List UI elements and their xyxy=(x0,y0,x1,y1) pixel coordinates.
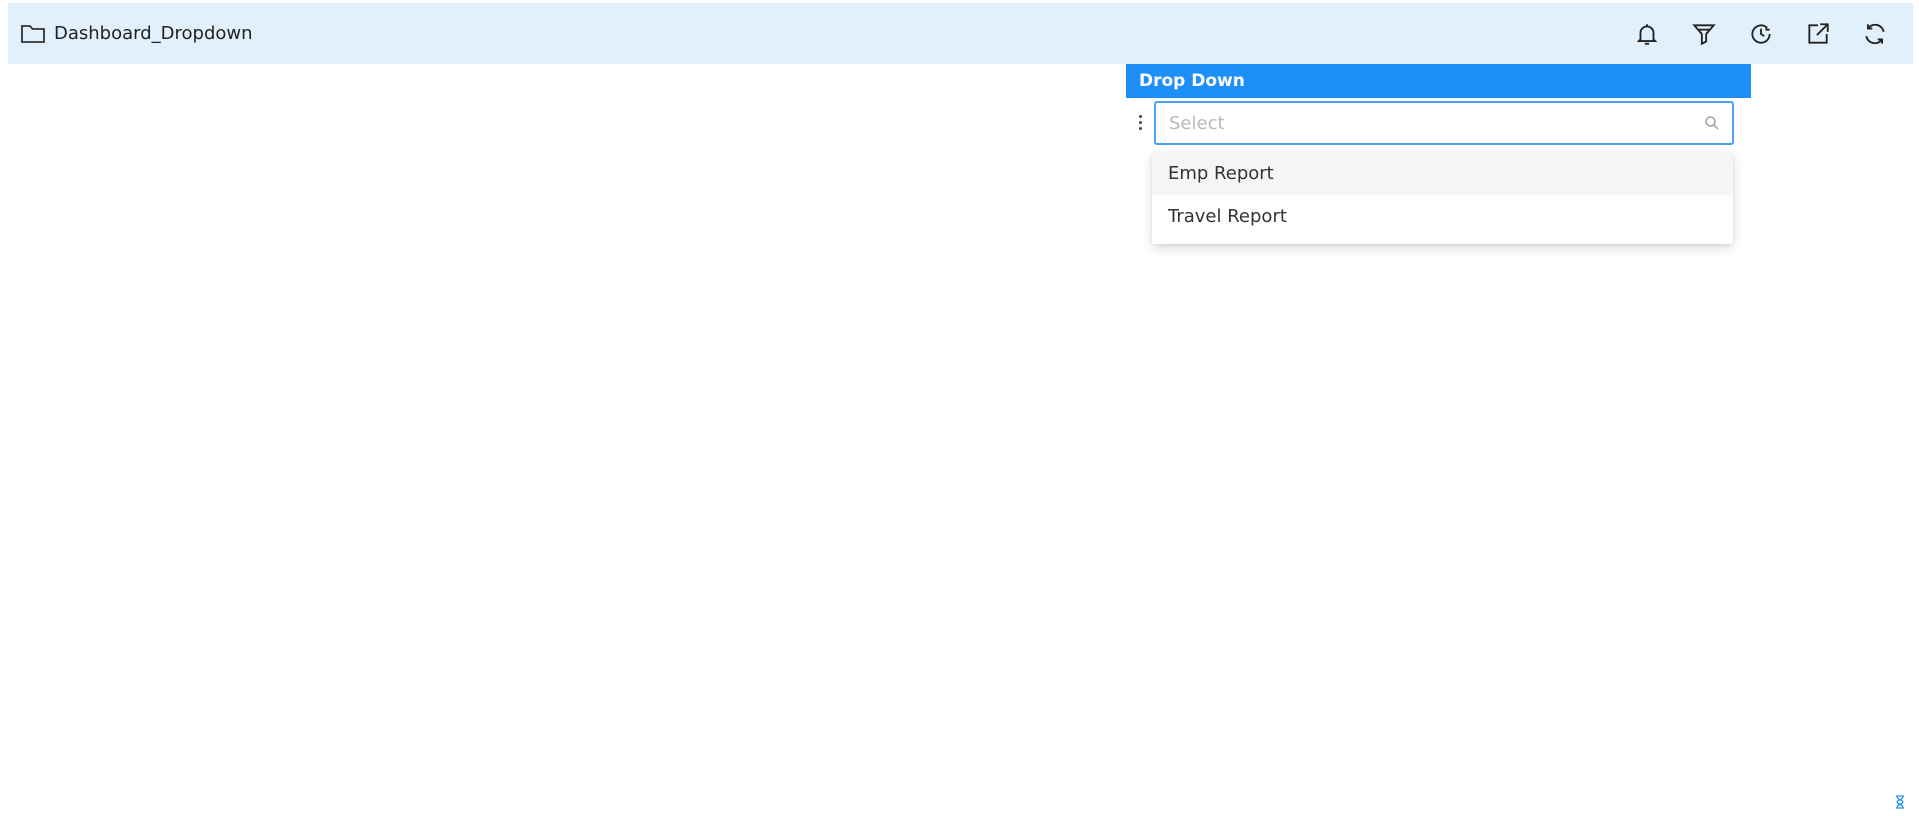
kebab-dot xyxy=(1138,126,1142,130)
refresh-icon xyxy=(1864,23,1885,44)
select-search-input[interactable] xyxy=(1156,103,1732,143)
filter-icon xyxy=(1691,23,1716,45)
select-dropdown-menu: Emp Report Travel Report xyxy=(1152,152,1733,244)
dashboard-title-area: Dashboard_Dropdown xyxy=(8,23,253,45)
toolbar-actions xyxy=(1618,3,1903,64)
open-external-button[interactable] xyxy=(1789,3,1846,64)
filter-button[interactable] xyxy=(1675,3,1732,64)
option-travel-report[interactable]: Travel Report xyxy=(1152,195,1733,238)
top-bar: Dashboard_Dropdown xyxy=(8,3,1913,64)
dropdown-widget: Drop Down xyxy=(1126,64,1751,150)
widget-title: Drop Down xyxy=(1139,71,1245,91)
search-icon xyxy=(1705,116,1719,130)
history-button[interactable] xyxy=(1732,3,1789,64)
history-icon xyxy=(1750,24,1771,44)
widget-body xyxy=(1126,98,1751,150)
hourglass-icon xyxy=(1896,795,1904,809)
kebab-dot xyxy=(1138,120,1142,124)
widget-menu-button[interactable] xyxy=(1134,110,1146,134)
folder-icon xyxy=(21,24,45,43)
select-field[interactable] xyxy=(1154,101,1734,145)
refresh-button[interactable] xyxy=(1846,3,1903,64)
bell-icon xyxy=(1636,23,1657,45)
kebab-dot xyxy=(1138,114,1142,118)
option-emp-report[interactable]: Emp Report xyxy=(1152,152,1733,195)
widget-header: Drop Down xyxy=(1126,64,1751,98)
notifications-button[interactable] xyxy=(1618,3,1675,64)
external-link-icon xyxy=(1807,22,1829,44)
dashboard-title: Dashboard_Dropdown xyxy=(54,23,253,44)
